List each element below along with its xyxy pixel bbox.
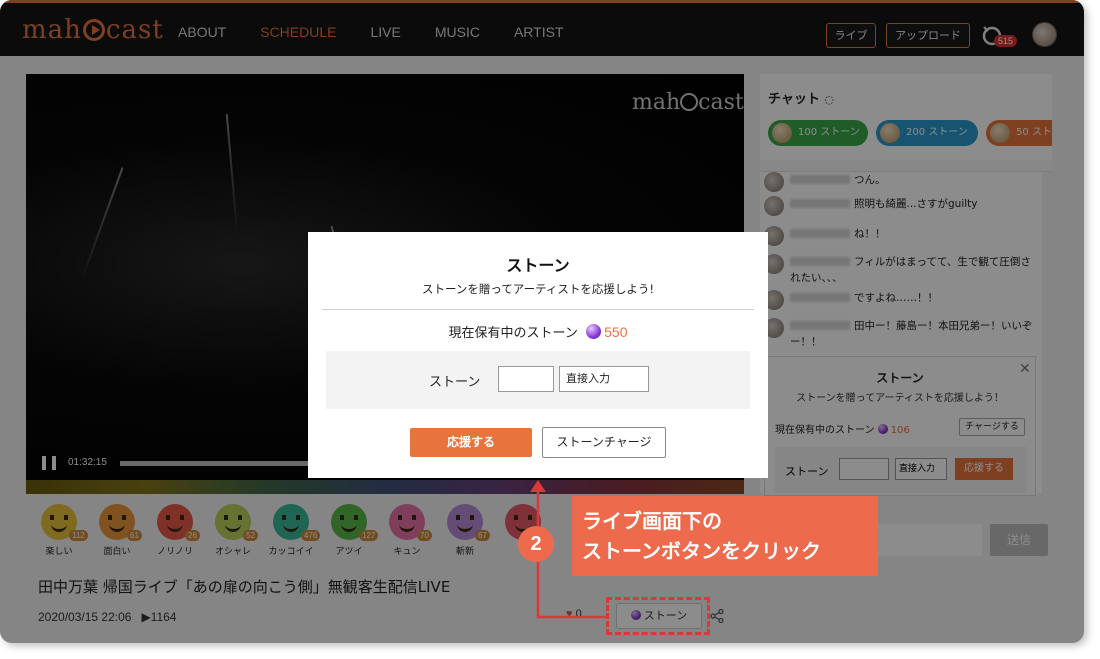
highlight-box	[606, 597, 710, 635]
callout-line-2: ストーンボタンをクリック	[582, 539, 821, 563]
callout-line-1: ライブ画面下の	[582, 509, 722, 533]
step-number-badge: 2	[518, 526, 554, 562]
screenshot-frame: mah cast ABOUT SCHEDULE LIVE MUSIC ARTIST…	[0, 0, 1084, 643]
instruction-callout: ライブ画面下の ストーンボタンをクリック	[572, 496, 878, 576]
